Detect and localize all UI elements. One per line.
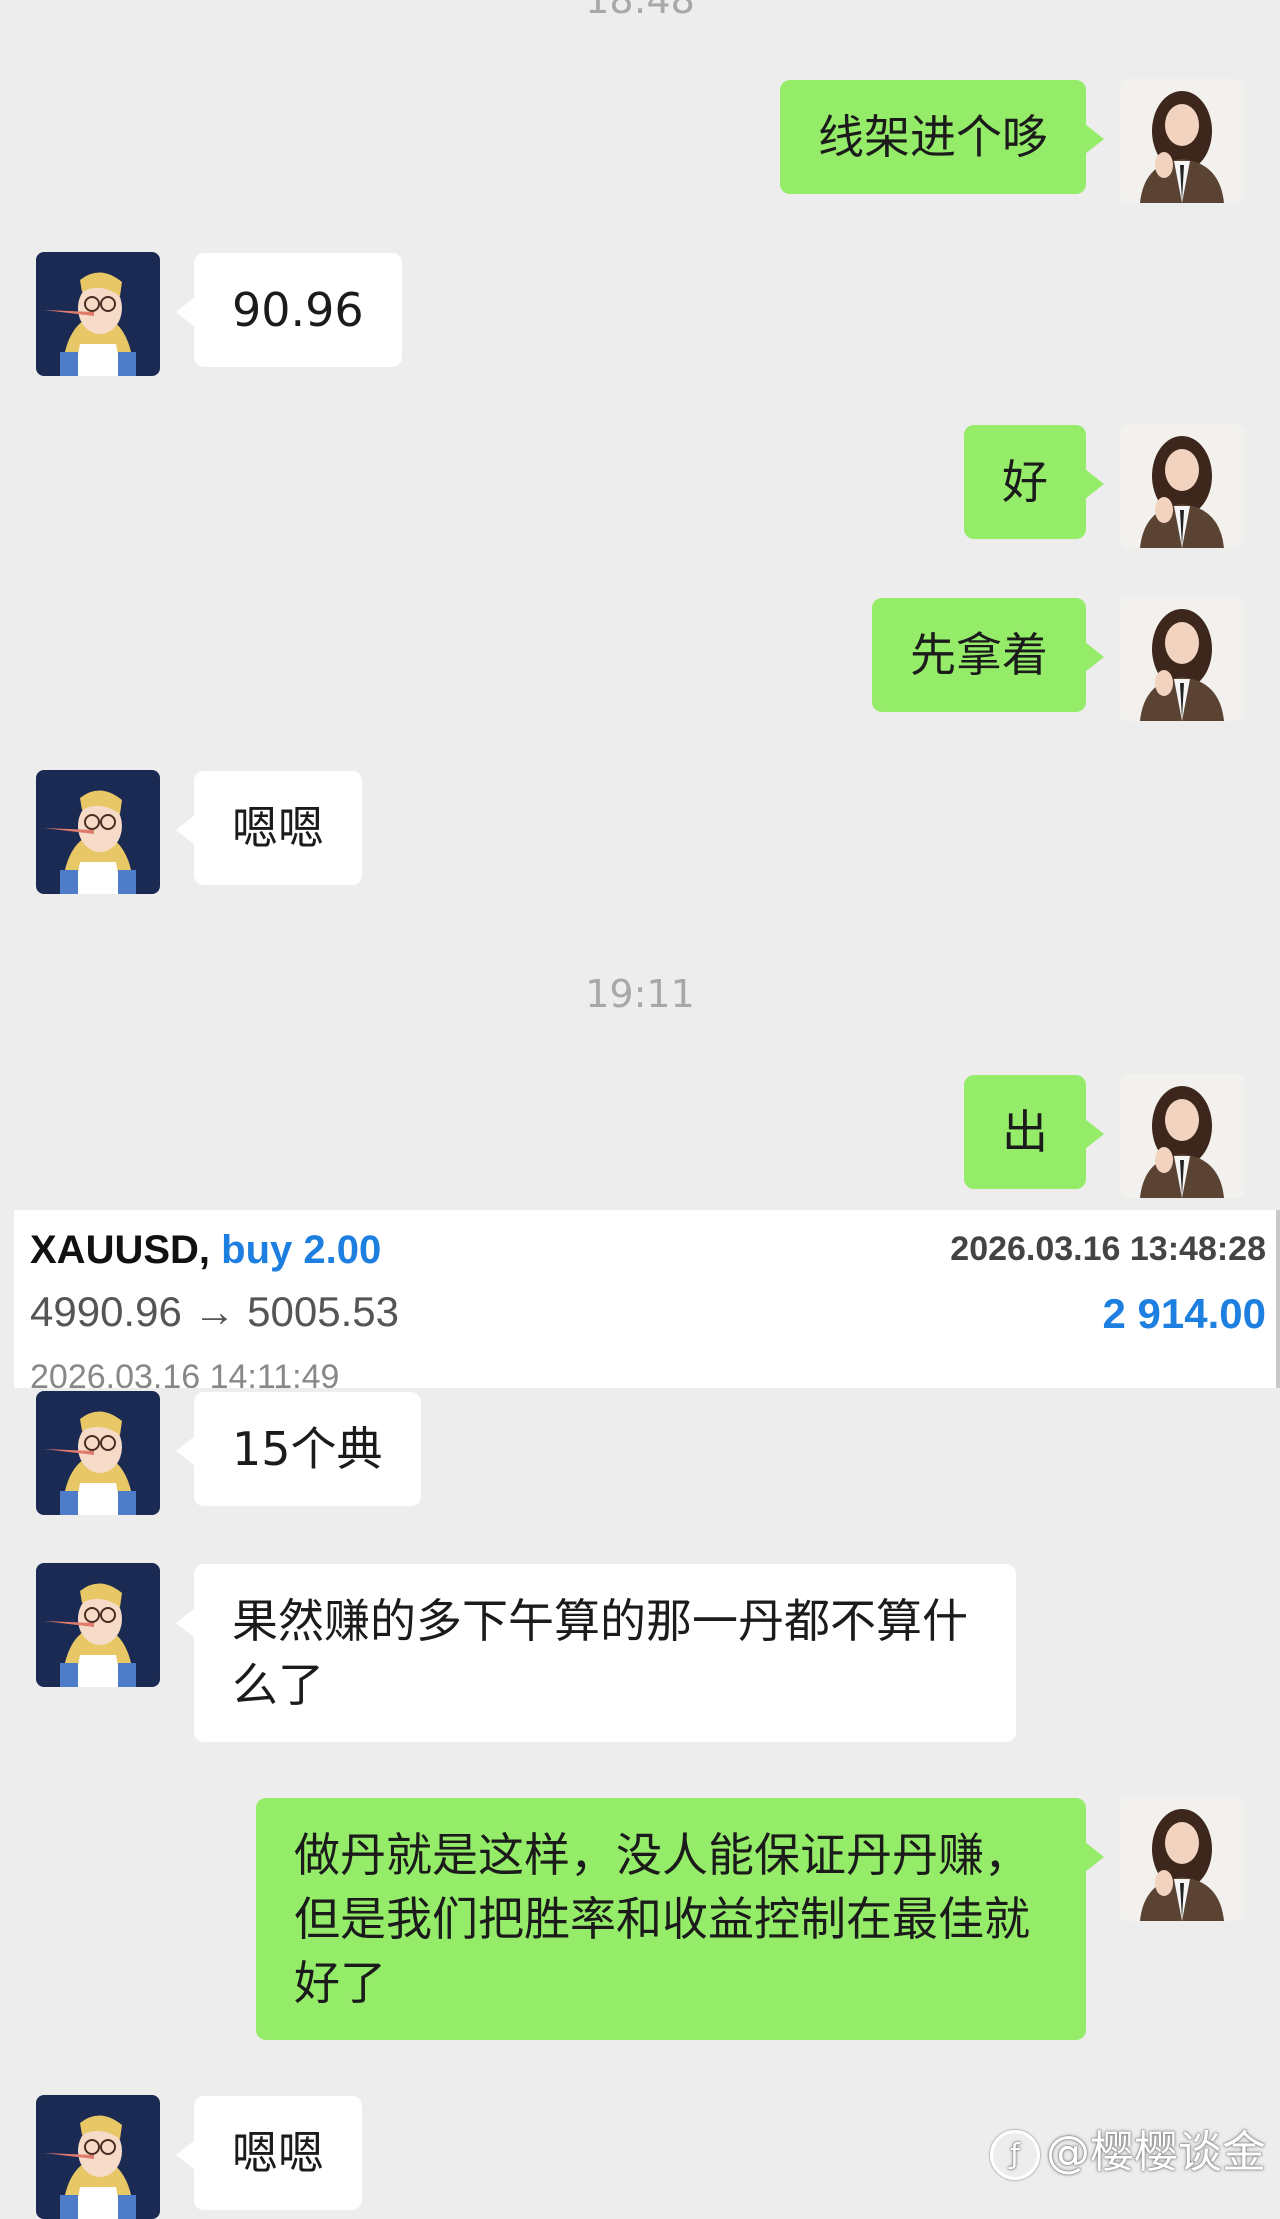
trade-side: buy 2.00 (221, 1228, 382, 1272)
trade-prices: 4990.96 → 5005.53 (30, 1288, 399, 1335)
woman-portrait-icon (1120, 424, 1244, 548)
my-avatar[interactable] (1120, 424, 1244, 548)
my-avatar[interactable] (1120, 597, 1244, 721)
watermark: ƒ @樱樱谈金 (990, 2116, 1266, 2180)
cartoon-girl-avatar-icon (36, 1391, 160, 1515)
trade-profit: 2 914.00 (1102, 1290, 1267, 1337)
my-avatar[interactable] (1120, 79, 1244, 203)
contact-avatar[interactable] (36, 1391, 160, 1515)
incoming-message[interactable]: 嗯嗯 (176, 2096, 362, 2210)
incoming-message[interactable]: 90.96 (176, 253, 402, 367)
incoming-message[interactable]: 果然赚的多下午算的那一丹都不算什么了 (176, 1564, 1016, 1742)
trade-symbol-line: XAUUSD, buy 2.00 (30, 1228, 381, 1273)
incoming-message[interactable]: 嗯嗯 (176, 771, 362, 885)
cartoon-girl-avatar-icon (36, 252, 160, 376)
contact-avatar[interactable] (36, 252, 160, 376)
outgoing-message[interactable]: 做丹就是这样，没人能保证丹丹赚，但是我们把胜率和收益控制在最佳就好了 (256, 1798, 1104, 2040)
woman-portrait-icon (1120, 79, 1244, 203)
trade-close-time: 2026.03.16 14:11:49 (30, 1358, 340, 1388)
woman-portrait-icon (1120, 597, 1244, 721)
outgoing-message[interactable]: 出 (964, 1075, 1104, 1189)
timestamp: 19:11 (585, 972, 695, 1016)
timestamp: 18:48 (585, 0, 695, 22)
platform-logo-icon: ƒ (990, 2130, 1040, 2180)
woman-portrait-icon (1120, 1074, 1244, 1198)
contact-avatar[interactable] (36, 2095, 160, 2219)
my-avatar[interactable] (1120, 1797, 1244, 1921)
incoming-message[interactable]: 15个典 (176, 1392, 421, 1506)
trade-symbol: XAUUSD, (30, 1228, 211, 1272)
outgoing-message[interactable]: 线架进个哆 (780, 80, 1104, 194)
contact-avatar[interactable] (36, 770, 160, 894)
cartoon-girl-avatar-icon (36, 2095, 160, 2219)
outgoing-message[interactable]: 先拿着 (872, 598, 1104, 712)
outgoing-message[interactable]: 好 (964, 425, 1104, 539)
woman-portrait-icon (1120, 1797, 1244, 1921)
trade-record-card: XAUUSD, buy 2.00 2026.03.16 13:48:28 499… (14, 1210, 1280, 1388)
trade-open-time: 2026.03.16 13:48:28 (950, 1230, 1266, 1268)
cartoon-girl-avatar-icon (36, 770, 160, 894)
contact-avatar[interactable] (36, 1563, 160, 1687)
watermark-text: @樱樱谈金 (1046, 2127, 1266, 2178)
my-avatar[interactable] (1120, 1074, 1244, 1198)
cartoon-girl-avatar-icon (36, 1563, 160, 1687)
